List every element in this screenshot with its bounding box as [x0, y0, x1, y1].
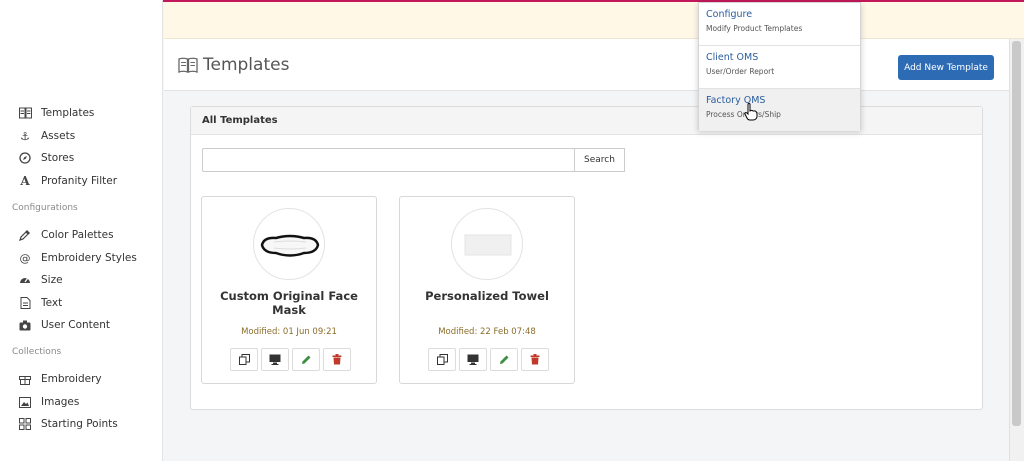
- sidebar-item-starting-points[interactable]: Starting Points: [18, 414, 118, 434]
- towel-image: [464, 234, 512, 256]
- hand-pointer-icon: [744, 103, 758, 121]
- menu-item-subtitle: Modify Product Templates: [706, 24, 803, 33]
- edit-button[interactable]: [490, 348, 518, 371]
- sidebar-item-profanity-filter[interactable]: A Profanity Filter: [18, 171, 117, 191]
- delete-button[interactable]: [521, 348, 549, 371]
- menu-item-subtitle: Process Orders/Ship: [706, 110, 781, 119]
- sidebar-item-label: Stores: [41, 152, 75, 164]
- template-thumbnail: [253, 208, 325, 280]
- sidebar-item-stores[interactable]: Stores: [18, 148, 74, 168]
- file-text-icon: [18, 296, 32, 310]
- sidebar-item-images[interactable]: Images: [18, 392, 79, 412]
- grid-icon: [18, 417, 32, 431]
- template-thumbnail: [451, 208, 523, 280]
- search-button[interactable]: Search: [575, 148, 625, 172]
- template-modified: Modified: 22 Feb 07:48: [438, 327, 536, 337]
- template-title: Personalized Towel: [425, 289, 549, 303]
- template-actions: [230, 348, 351, 371]
- pencil-icon: [499, 350, 510, 369]
- menu-item-title: Factory OMS: [706, 95, 766, 106]
- duplicate-button[interactable]: [230, 348, 258, 371]
- menu-item-client-oms[interactable]: Client OMS User/Order Report: [699, 46, 860, 88]
- font-a-icon: A: [20, 174, 30, 188]
- panel-title: All Templates: [202, 115, 278, 126]
- template-title: Custom Original Face Mask: [220, 289, 358, 317]
- template-card-face-mask[interactable]: Custom Original Face Mask Modified: 01 J…: [201, 196, 377, 384]
- menu-item-subtitle: User/Order Report: [706, 67, 775, 76]
- preview-button[interactable]: [261, 348, 289, 371]
- eyedropper-icon: [18, 228, 32, 242]
- delete-button[interactable]: [323, 348, 351, 371]
- scrollbar-thumb[interactable]: [1012, 41, 1021, 426]
- image-icon: [18, 395, 32, 409]
- page-title: Templates: [178, 55, 289, 75]
- monitor-icon: [467, 350, 479, 369]
- sidebar-item-embroidery-styles[interactable]: @ Embroidery Styles: [18, 248, 137, 268]
- sidebar-item-label: Embroidery: [41, 373, 102, 385]
- page-header: [164, 39, 1009, 91]
- search-input[interactable]: [202, 148, 575, 172]
- menu-item-configure[interactable]: Configure Modify Product Templates: [699, 3, 860, 45]
- sidebar-item-label: Images: [41, 396, 80, 408]
- at-icon: @: [19, 251, 31, 265]
- add-new-template-button[interactable]: Add New Template: [898, 55, 994, 80]
- preview-button[interactable]: [459, 348, 487, 371]
- compass-icon: [18, 151, 32, 165]
- template-actions: [428, 348, 549, 371]
- trash-icon: [530, 350, 540, 369]
- sidebar-item-label: Assets: [41, 130, 76, 142]
- sidebar-item-embroidery[interactable]: Embroidery: [18, 369, 102, 389]
- menu-item-title: Configure: [706, 9, 753, 20]
- sidebar-item-assets[interactable]: ⚓ Assets: [18, 126, 75, 146]
- top-banner: [164, 2, 1024, 39]
- duplicate-button[interactable]: [428, 348, 456, 371]
- sidebar-item-label: User Content: [41, 319, 111, 331]
- sidebar-item-label: Text: [41, 297, 63, 309]
- sidebar-item-label: Color Palettes: [41, 229, 114, 241]
- trash-icon: [332, 350, 342, 369]
- sidebar-item-label: Starting Points: [41, 418, 118, 430]
- panel-header: [191, 107, 982, 135]
- menu-item-factory-oms[interactable]: Factory OMS Process Orders/Ship: [699, 89, 860, 131]
- gift-icon: [18, 372, 32, 386]
- sidebar-item-text[interactable]: Text: [18, 293, 62, 313]
- sidebar-item-label: Profanity Filter: [41, 175, 118, 187]
- sidebar-item-user-content[interactable]: User Content: [18, 315, 110, 335]
- template-modified: Modified: 01 Jun 09:21: [241, 327, 337, 337]
- face-mask-image: [260, 234, 320, 257]
- tachometer-icon: [18, 273, 32, 287]
- camera-icon: [18, 318, 32, 332]
- edit-button[interactable]: [292, 348, 320, 371]
- menu-item-title: Client OMS: [706, 52, 759, 63]
- page-title-text: Templates: [203, 55, 290, 75]
- sidebar-section-configurations: Configurations: [12, 203, 78, 213]
- pencil-icon: [301, 350, 312, 369]
- template-card-towel[interactable]: Personalized Towel Modified: 22 Feb 07:4…: [399, 196, 575, 384]
- book-icon: [18, 106, 32, 120]
- anchor-icon: ⚓: [20, 129, 30, 143]
- sidebar-section-collections: Collections: [12, 347, 62, 357]
- sidebar-item-label: Embroidery Styles: [41, 252, 137, 264]
- monitor-icon: [269, 350, 281, 369]
- book-icon: [178, 57, 198, 73]
- app-switcher-dropdown: Configure Modify Product Templates Clien…: [698, 2, 861, 131]
- sidebar: Templates ⚓ Assets Stores A Profanity Fi…: [0, 0, 163, 461]
- copy-icon: [436, 350, 448, 369]
- sidebar-item-size[interactable]: Size: [18, 270, 63, 290]
- sidebar-item-label: Templates: [41, 107, 95, 119]
- sidebar-item-color-palettes[interactable]: Color Palettes: [18, 225, 114, 245]
- sidebar-item-templates[interactable]: Templates: [18, 103, 94, 123]
- sidebar-item-label: Size: [41, 274, 63, 286]
- copy-icon: [238, 350, 250, 369]
